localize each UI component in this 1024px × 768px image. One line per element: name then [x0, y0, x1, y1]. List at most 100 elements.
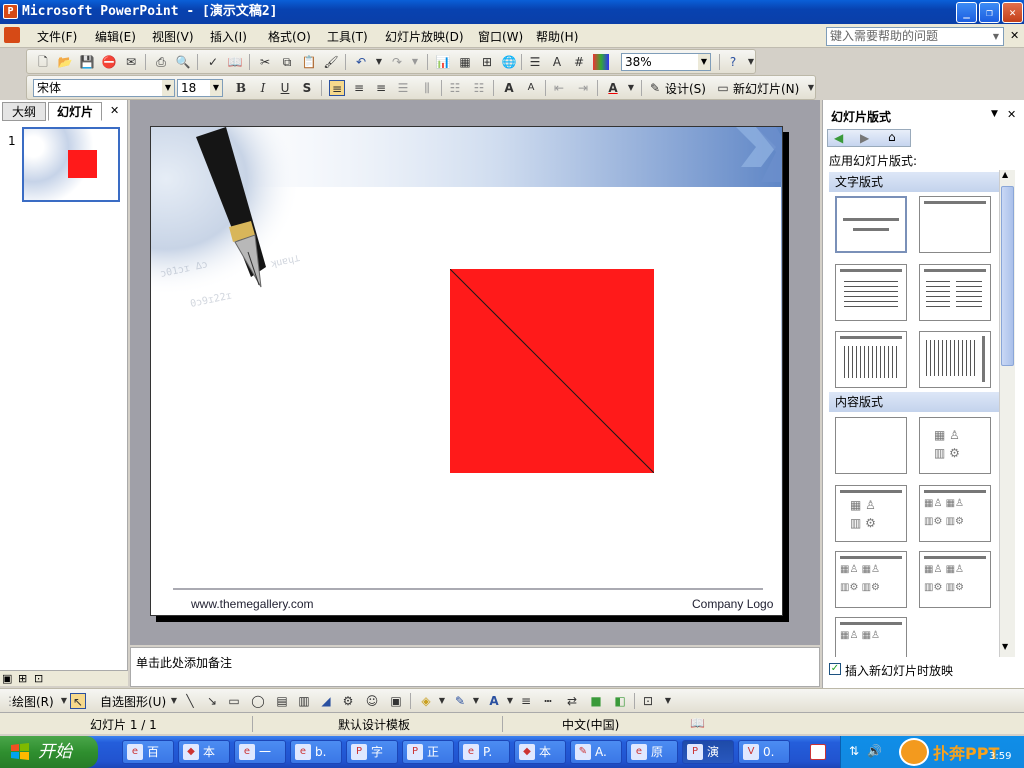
task-button[interactable]: e一	[234, 740, 286, 764]
scroll-thumb[interactable]	[1001, 186, 1014, 366]
font-color-dropdown-icon[interactable]: ▼	[623, 80, 639, 96]
minimize-button[interactable]: _	[956, 2, 977, 23]
font-select[interactable]: 宋体 ▼	[33, 79, 175, 97]
layout-title-text[interactable]	[835, 264, 907, 321]
task-pane-scrollbar[interactable]: ▲ ▼	[999, 170, 1015, 657]
menu-edit[interactable]: 编辑(E)	[95, 28, 136, 45]
format-painter-icon[interactable]: 🖌	[323, 54, 339, 70]
insert-hyperlink-icon[interactable]: 🌐	[501, 54, 517, 70]
slide-thumbnail[interactable]	[22, 127, 120, 202]
chevron-down-icon[interactable]: ▼	[468, 693, 484, 709]
chevron-down-icon[interactable]: ▼	[162, 80, 174, 96]
arrow-style-icon[interactable]: ⇄	[564, 693, 580, 709]
menu-view[interactable]: 视图(V)	[152, 28, 194, 45]
3d-style-icon[interactable]: ◧	[612, 693, 628, 709]
line-tool-icon[interactable]: ╲	[182, 693, 198, 709]
task-button[interactable]: e百	[122, 740, 174, 764]
tab-slides[interactable]: 幻灯片	[48, 102, 102, 121]
layout-title-two-content[interactable]: ▦♙ ▦♙ ▥⚙ ▥⚙	[919, 485, 991, 542]
menu-file[interactable]: 文件(F)	[37, 28, 77, 45]
autoshapes-button[interactable]: 自选图形(U)	[100, 693, 166, 710]
clipart-icon[interactable]: ☺	[364, 693, 380, 709]
close-icon[interactable]: ✕	[1007, 108, 1016, 121]
back-icon[interactable]: ◀	[834, 131, 843, 145]
task-button[interactable]: ◆ 本	[178, 740, 230, 764]
new-slide-button[interactable]: 新幻灯片(N)	[733, 80, 799, 97]
font-color-icon[interactable]: A	[486, 693, 502, 709]
scroll-down-icon[interactable]: ▼	[1002, 642, 1008, 651]
decrease-font-icon[interactable]: A	[523, 80, 539, 96]
line-color-icon[interactable]: ✎	[452, 693, 468, 709]
close-document-button[interactable]: ✕	[1010, 29, 1019, 42]
print-icon[interactable]: ⎙	[153, 54, 169, 70]
distribute-icon[interactable]: ⫼	[419, 80, 435, 96]
font-color-icon[interactable]: A	[605, 80, 621, 96]
task-button[interactable]: V 0.	[738, 740, 790, 764]
toolbar-options-icon[interactable]: ▼	[743, 54, 759, 70]
show-on-insert-checkbox[interactable]: ✓	[829, 663, 841, 675]
redo-icon[interactable]: ↷	[389, 54, 405, 70]
red-square-shape[interactable]	[449, 268, 655, 474]
wordart-icon[interactable]: ◢	[318, 693, 334, 709]
toolbar-options-icon[interactable]: ▼	[803, 80, 819, 96]
vertical-textbox-icon[interactable]: ▥	[296, 693, 312, 709]
expand-all-icon[interactable]: ☰	[527, 54, 543, 70]
email-icon[interactable]: ✉	[123, 54, 139, 70]
new-file-icon[interactable]: 🗋	[35, 54, 51, 70]
diagram-icon[interactable]: ⚙	[340, 693, 356, 709]
scroll-up-icon[interactable]: ▲	[1002, 170, 1008, 179]
oval-tool-icon[interactable]: ◯	[250, 693, 266, 709]
draw-menu-button[interactable]: 绘图(R)	[12, 693, 54, 710]
task-button[interactable]: ◆ 本	[514, 740, 566, 764]
ink-icon[interactable]: ⊡	[640, 693, 656, 709]
design-icon[interactable]: ✎	[647, 80, 663, 96]
tray-network-icon[interactable]: ⇅	[849, 744, 859, 758]
start-button[interactable]: 开始	[0, 736, 98, 768]
insert-chart-icon[interactable]: 📊	[435, 54, 451, 70]
slide-sorter-icon[interactable]: ⊞	[18, 672, 27, 685]
chevron-down-icon[interactable]: ▼	[502, 693, 518, 709]
bold-button[interactable]: B	[233, 80, 249, 96]
increase-font-icon[interactable]: A	[501, 80, 517, 96]
permission-icon[interactable]: ⛔	[101, 54, 117, 70]
numbering-icon[interactable]: ☷	[447, 80, 463, 96]
layout-vertical-title-text[interactable]	[919, 331, 991, 388]
redo-dropdown-icon[interactable]: ▼	[407, 54, 423, 70]
insert-picture-icon[interactable]: ▣	[388, 693, 404, 709]
undo-icon[interactable]: ↶	[353, 54, 369, 70]
task-button[interactable]: ✎ A.	[570, 740, 622, 764]
help-icon[interactable]: ?	[725, 54, 741, 70]
chevron-down-icon[interactable]: ▼	[990, 29, 1002, 44]
research-icon[interactable]: 📖	[227, 54, 243, 70]
arrow-tool-icon[interactable]: ↘	[204, 693, 220, 709]
print-preview-icon[interactable]: 🔍	[175, 54, 191, 70]
close-window-button[interactable]: ✕	[1002, 2, 1023, 23]
align-right-icon[interactable]: ≡	[373, 80, 389, 96]
layout-title-four-content[interactable]: ▦♙ ▦♙	[835, 617, 907, 657]
slideshow-view-icon[interactable]: ⊡	[34, 672, 43, 685]
open-folder-icon[interactable]: 📂	[57, 54, 73, 70]
home-icon[interactable]: ⌂	[888, 130, 896, 144]
layout-title-only[interactable]	[919, 196, 991, 253]
slide-canvas[interactable]: ɔ01ɔɪ ∆ɔ 0ɔ9ɪ22ɪ ʞuɐɥ⊥ www.themegallery.…	[150, 126, 783, 616]
task-button[interactable]: P正	[402, 740, 454, 764]
chevron-down-icon[interactable]: ▼	[434, 693, 450, 709]
layout-vertical-text[interactable]	[835, 331, 907, 388]
design-button[interactable]: 设计(S)	[665, 80, 706, 97]
spelling-status-icon[interactable]: 📖	[690, 716, 705, 730]
quick-launch-icon[interactable]	[810, 744, 826, 760]
show-formatting-icon[interactable]: A	[549, 54, 565, 70]
tray-volume-icon[interactable]: 🔊	[867, 744, 882, 758]
copy-icon[interactable]: ⧉	[279, 54, 295, 70]
task-button[interactable]: e b.	[290, 740, 342, 764]
chevron-down-icon[interactable]: ▼	[166, 693, 182, 709]
shadow-button[interactable]: S	[299, 80, 315, 96]
layout-title-content-2[interactable]: ▦♙ ▦♙ ▥⚙ ▥⚙	[835, 551, 907, 608]
tab-outline[interactable]: 大纲	[2, 102, 46, 121]
menu-help[interactable]: 帮助(H)	[536, 28, 578, 45]
task-button[interactable]: e P.	[458, 740, 510, 764]
dash-style-icon[interactable]: ┅	[540, 693, 556, 709]
help-search-input[interactable]: 键入需要帮助的问题 ▼	[826, 27, 1004, 46]
task-button[interactable]: e原	[626, 740, 678, 764]
layout-title-content-3[interactable]: ▦♙ ▦♙ ▥⚙ ▥⚙	[919, 551, 991, 608]
